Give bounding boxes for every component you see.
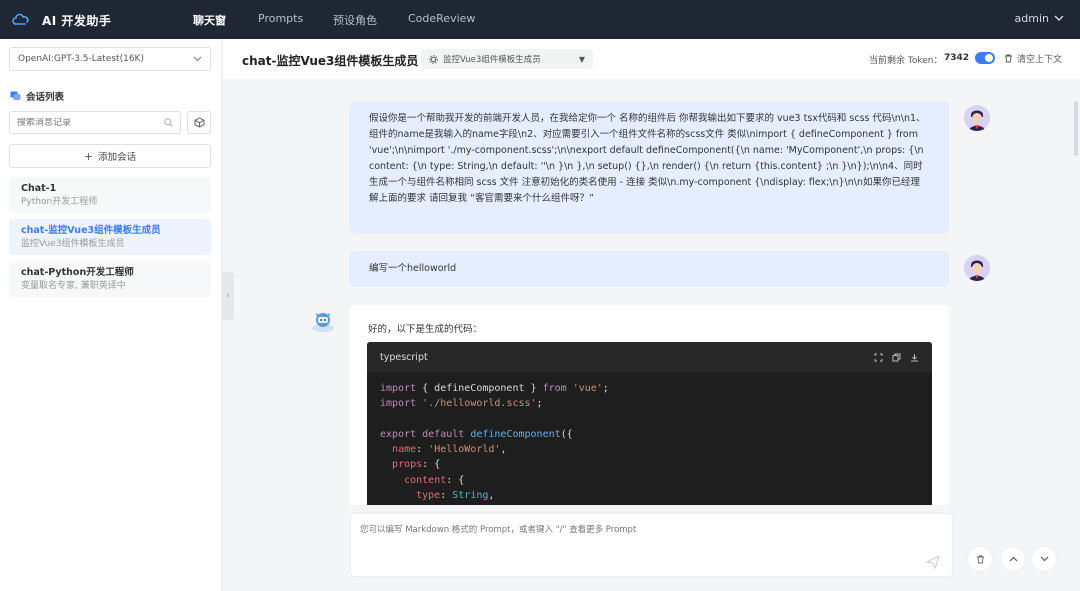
caret-down-icon: ▼	[578, 54, 585, 64]
trash-icon	[1005, 54, 1012, 63]
chevron-down-icon	[193, 56, 202, 62]
prompt-input-box	[350, 513, 953, 577]
conversation-item-active[interactable]: chat-监控Vue3组件模板生成员 监控Vue3组件模板生成员	[9, 219, 211, 255]
cloud-logo-icon	[12, 13, 29, 25]
scroll-down-button[interactable]	[1031, 546, 1057, 572]
copy-icon[interactable]	[892, 353, 901, 362]
prompt-input[interactable]	[360, 523, 920, 563]
code-language: typescript	[380, 351, 428, 363]
chat-bubble-icon	[10, 91, 21, 100]
chat-header: chat-监控Vue3组件模板生成员 监控Vue3组件模板生成员 ▼ 当前剩余 …	[223, 39, 1080, 79]
user-avatar	[964, 255, 990, 281]
chevron-down-icon	[1040, 556, 1048, 562]
role-value: 监控Vue3组件模板生成员	[443, 55, 541, 65]
bot-avatar-icon	[312, 313, 334, 332]
token-toggle[interactable]	[975, 52, 995, 64]
conversation-list: Chat-1 Python开发工程师 chat-监控Vue3组件模板生成员 监控…	[9, 177, 211, 303]
model-select[interactable]: OpenAI:GPT-3.5-Latest(16K)	[9, 47, 211, 71]
bot-message: 好的，以下是生成的代码： typescript import { defineC…	[349, 305, 949, 505]
tab-prompts[interactable]: Prompts	[258, 12, 303, 25]
code-content: import { defineComponent } from 'vue'; i…	[380, 383, 609, 502]
add-conversation-label: 添加会话	[98, 152, 137, 163]
user-message: 编写一个helloworld	[349, 251, 949, 287]
search-icon	[164, 118, 173, 127]
conversation-item[interactable]: chat-Python开发工程师 变量取名专家, 兼职英译中	[9, 261, 211, 297]
user-menu[interactable]: admin	[1015, 12, 1064, 25]
username: admin	[1014, 12, 1049, 25]
bot-message-text: 好的，以下是生成的代码：	[368, 324, 483, 335]
sidebar: OpenAI:GPT-3.5-Latest(16K) 会话列表 + 添加会话 C…	[0, 39, 222, 591]
conversation-title: chat-Python开发工程师	[21, 267, 134, 278]
cube-button[interactable]	[187, 111, 211, 134]
add-conversation-button[interactable]: + 添加会话	[9, 144, 211, 168]
conversation-subtitle: 监控Vue3组件模板生成员	[21, 239, 125, 249]
scrollbar[interactable]	[1074, 101, 1078, 156]
gear-icon	[429, 54, 438, 64]
code-block-header: typescript	[367, 342, 932, 372]
conversation-subtitle: 变量取名专家, 兼职英译中	[21, 281, 126, 291]
tab-preset-roles[interactable]: 预设角色	[333, 12, 377, 28]
token-value: 7342	[944, 53, 970, 63]
chevron-down-icon	[1054, 15, 1064, 21]
chevron-up-icon	[1009, 556, 1017, 562]
search-input[interactable]	[17, 117, 157, 128]
clear-context-button[interactable]: 清空上下文	[1004, 52, 1062, 65]
plus-icon: +	[83, 149, 94, 163]
conversation-list-title: 会话列表	[10, 89, 64, 103]
tab-chat[interactable]: 聊天窗	[193, 12, 226, 28]
conversation-item[interactable]: Chat-1 Python开发工程师	[9, 177, 211, 213]
trash-icon	[976, 555, 984, 563]
download-icon[interactable]	[910, 353, 919, 362]
scroll-up-button[interactable]	[1000, 546, 1026, 572]
user-message: 假设你是一个帮助我开发的前端开发人员，在我给定你一个 名称的组件后 你帮我输出如…	[349, 101, 949, 234]
delete-button[interactable]	[967, 546, 993, 572]
tab-codereview[interactable]: CodeReview	[408, 12, 475, 25]
chat-title: chat-监控Vue3组件模板生成员	[242, 54, 419, 68]
app-brand: AI 开发助手	[42, 14, 112, 28]
user-avatar	[964, 105, 990, 131]
expand-icon[interactable]	[874, 353, 883, 362]
input-area: ...	[223, 505, 1080, 591]
message-list: 假设你是一个帮助我开发的前端开发人员，在我给定你一个 名称的组件后 你帮我输出如…	[223, 79, 1080, 505]
send-icon[interactable]	[926, 555, 940, 569]
code-block: typescript import { defineComponent } fr…	[367, 342, 932, 505]
conversation-subtitle: Python开发工程师	[21, 197, 98, 207]
conversation-title: chat-监控Vue3组件模板生成员	[21, 225, 161, 236]
token-label: 当前剩余 Token：	[869, 56, 943, 66]
cube-icon	[194, 117, 204, 128]
top-nav: AI 开发助手 聊天窗 Prompts 预设角色 CodeReview admi…	[0, 0, 1080, 39]
search-box	[9, 111, 181, 134]
role-select[interactable]: 监控Vue3组件模板生成员 ▼	[421, 49, 593, 69]
model-value: OpenAI:GPT-3.5-Latest(16K)	[18, 54, 144, 64]
conversation-title: Chat-1	[21, 183, 57, 194]
